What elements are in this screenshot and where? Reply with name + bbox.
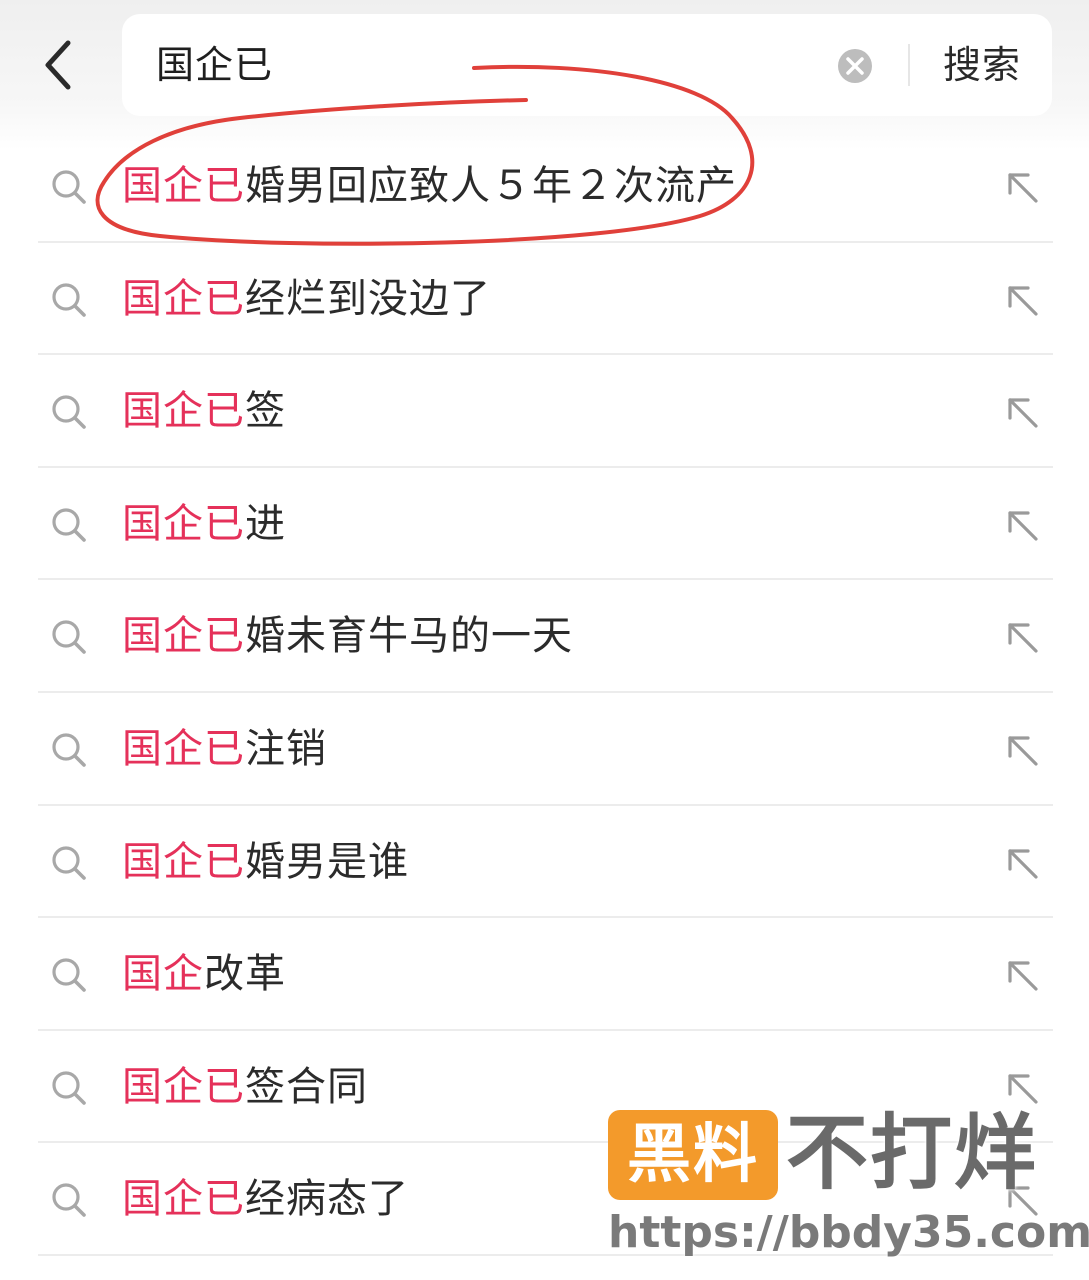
arrow-up-left-icon[interactable] bbox=[1002, 167, 1042, 207]
arrow-up-left-icon[interactable] bbox=[1002, 730, 1042, 770]
search-icon bbox=[52, 170, 86, 204]
suggestion-highlight: 国企已 bbox=[122, 388, 245, 435]
suggestion-rest: 经病态了 bbox=[245, 1176, 409, 1223]
search-icon bbox=[52, 958, 86, 992]
suggestion-highlight: 国企已 bbox=[122, 725, 245, 772]
suggestion-text: 国企已经烂到没边了 bbox=[122, 243, 491, 355]
suggestion-rest: 经烂到没边了 bbox=[245, 275, 491, 322]
search-icon bbox=[52, 395, 86, 429]
suggestion-highlight: 国企已 bbox=[122, 1176, 245, 1223]
suggestion-highlight: 国企已 bbox=[122, 838, 245, 885]
watermark-badge: 黑料 bbox=[608, 1110, 778, 1200]
suggestion-highlight: 国企已 bbox=[122, 275, 245, 322]
search-icon bbox=[52, 508, 86, 542]
search-box: 国企已 搜索 bbox=[122, 14, 1052, 116]
suggestion-text: 国企已签合同 bbox=[122, 1031, 368, 1143]
suggestion-row[interactable]: 国企改革 bbox=[0, 918, 1089, 1031]
watermark-url: https://bbdy35.com bbox=[608, 1207, 1089, 1258]
watermark-title: 不打烊 bbox=[786, 1106, 1039, 1201]
suggestion-highlight: 国企 bbox=[122, 951, 204, 998]
arrow-up-left-icon[interactable] bbox=[1002, 505, 1042, 545]
suggestion-row[interactable]: 国企已经烂到没边了 bbox=[0, 243, 1089, 356]
suggestion-highlight: 国企已 bbox=[122, 613, 245, 660]
suggestion-highlight: 国企已 bbox=[122, 163, 245, 209]
suggestion-text: 国企已经病态了 bbox=[122, 1143, 409, 1255]
search-icon bbox=[52, 845, 86, 880]
suggestion-text: 国企已注销 bbox=[122, 693, 327, 805]
search-icon bbox=[52, 620, 86, 655]
suggestion-rest: 婚男是谁 bbox=[245, 838, 409, 885]
suggestion-rest: 婚未育牛马的一天 bbox=[245, 613, 573, 660]
suggestion-rest: 婚男回应致人５年２次流产 bbox=[245, 163, 737, 209]
suggestion-row[interactable]: 国企已签 bbox=[0, 355, 1089, 468]
search-icon bbox=[52, 733, 86, 767]
suggestion-text: 国企已进 bbox=[122, 468, 286, 580]
suggestion-rest: 改革 bbox=[204, 951, 286, 998]
suggestion-row[interactable]: 国企已婚男是谁 bbox=[0, 806, 1089, 919]
suggestion-rest: 进 bbox=[245, 500, 286, 547]
search-divider bbox=[908, 44, 910, 86]
suggestion-highlight: 国企已 bbox=[122, 1063, 245, 1110]
search-icon bbox=[52, 1071, 86, 1105]
watermark: 黑料 不打烊 https://bbdy35.com bbox=[606, 1106, 1089, 1268]
suggestion-rest: 注销 bbox=[245, 725, 327, 772]
suggestion-rest: 签合同 bbox=[245, 1063, 368, 1110]
search-button[interactable]: 搜索 bbox=[922, 14, 1042, 116]
search-icon bbox=[52, 282, 86, 317]
arrow-up-left-icon[interactable] bbox=[1002, 392, 1042, 432]
suggestion-text: 国企已签 bbox=[122, 355, 286, 467]
clear-circle-icon[interactable] bbox=[837, 48, 873, 84]
suggestion-row[interactable]: 国企已进 bbox=[0, 468, 1089, 581]
arrow-up-left-icon[interactable] bbox=[1002, 843, 1042, 883]
suggestion-text: 国企已婚男回应致人５年２次流产 bbox=[122, 130, 737, 242]
arrow-up-left-icon[interactable] bbox=[1002, 280, 1042, 320]
suggestion-rest: 签 bbox=[245, 388, 286, 435]
suggestion-row[interactable]: 国企已婚未育牛马的一天 bbox=[0, 580, 1089, 693]
search-suggestion-page: 国企已 搜索 国企已婚男回应致人５年２次流产 国企已经烂到没边了 国企已签 国企已进国… bbox=[0, 0, 1089, 1280]
suggestion-text: 国企改革 bbox=[122, 918, 286, 1030]
chevron-left-icon bbox=[45, 40, 71, 90]
search-input[interactable]: 国企已 bbox=[156, 14, 273, 116]
suggestion-row[interactable]: 国企已婚男回应致人５年２次流产 bbox=[0, 130, 1089, 243]
suggestion-row[interactable]: 国企已注销 bbox=[0, 693, 1089, 806]
suggestion-text: 国企已婚未育牛马的一天 bbox=[122, 580, 573, 692]
arrow-up-left-icon[interactable] bbox=[1002, 617, 1042, 657]
search-icon bbox=[52, 1183, 86, 1218]
suggestion-highlight: 国企已 bbox=[122, 500, 245, 547]
arrow-up-left-icon[interactable] bbox=[1002, 1068, 1042, 1108]
arrow-up-left-icon[interactable] bbox=[1002, 955, 1042, 995]
back-button[interactable] bbox=[30, 30, 86, 100]
suggestion-list: 国企已婚男回应致人５年２次流产 国企已经烂到没边了 国企已签 国企已进 国企已婚未育牛马… bbox=[0, 130, 1089, 1256]
suggestion-text: 国企已婚男是谁 bbox=[122, 806, 409, 918]
